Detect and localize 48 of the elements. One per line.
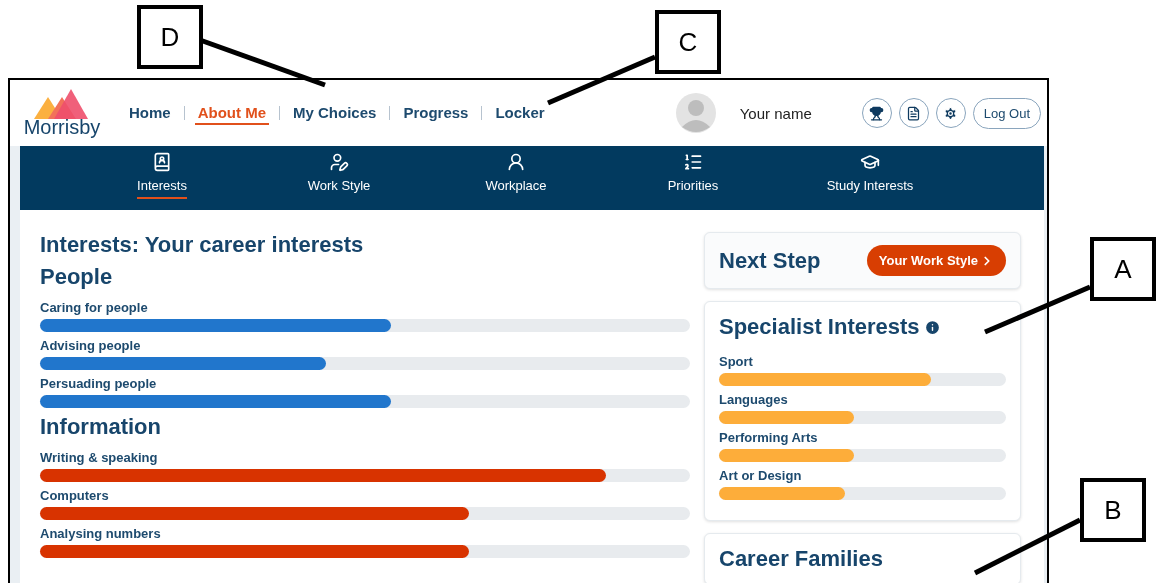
user-icon: [506, 152, 526, 172]
nav-link[interactable]: Home: [126, 101, 174, 125]
graduation-cap-icon: [860, 152, 880, 172]
page-title: Interests: Your career interests: [40, 232, 365, 258]
info-icon[interactable]: [923, 318, 941, 336]
bar-label: Languages: [719, 392, 789, 407]
numbered-list-icon: [683, 152, 703, 172]
nav-link[interactable]: About Me: [194, 101, 269, 125]
bar-label: Caring for people: [40, 300, 149, 315]
settings-button[interactable]: [935, 98, 966, 128]
group-heading: Information: [40, 414, 162, 440]
trophy-icon: [869, 105, 885, 121]
callout-label: D: [137, 5, 203, 69]
user-pen-icon: [329, 152, 349, 172]
card-title: Next Step: [719, 247, 821, 274]
next-step-button[interactable]: Your Work Style: [866, 245, 1006, 276]
logo-text: Morrisby: [23, 117, 101, 137]
section-tab[interactable]: Interests: [92, 146, 232, 210]
callout-label: C: [655, 10, 721, 74]
trophy-button[interactable]: [861, 98, 892, 128]
bar-label: Computers: [40, 488, 110, 503]
logo-icon: [34, 89, 90, 119]
callout-label: B: [1080, 478, 1146, 542]
bar-label: Sport: [719, 354, 754, 369]
bar-label: Advising people: [40, 338, 142, 353]
settings-icon: [943, 105, 959, 121]
group-heading: People: [40, 264, 114, 290]
bar-label: Analysing numbers: [40, 526, 162, 541]
section-tab[interactable]: Workplace: [446, 146, 586, 210]
nav-link[interactable]: Locker: [492, 101, 548, 125]
book-user-icon: [152, 152, 172, 172]
bar-label: Performing Arts: [719, 430, 819, 445]
document-button[interactable]: [898, 98, 929, 128]
bar-label: Art or Design: [719, 468, 803, 483]
section-tab[interactable]: Study Interests: [800, 146, 940, 210]
document-icon: [906, 105, 922, 121]
user-name: Your name: [739, 104, 812, 122]
nav-link[interactable]: Progress: [400, 101, 472, 125]
nav-link[interactable]: My Choices: [290, 101, 380, 125]
bar-label: Persuading people: [40, 376, 158, 391]
callout-label: A: [1090, 237, 1156, 301]
bar-label: Writing & speaking: [40, 450, 159, 465]
section-tab[interactable]: Work Style: [269, 146, 409, 210]
avatar: [675, 93, 716, 133]
card-title: Specialist Interests: [719, 314, 920, 340]
logout-button[interactable]: Log Out: [972, 97, 1041, 129]
section-tab[interactable]: Priorities: [623, 146, 763, 210]
card-title: Career Families: [719, 546, 883, 572]
